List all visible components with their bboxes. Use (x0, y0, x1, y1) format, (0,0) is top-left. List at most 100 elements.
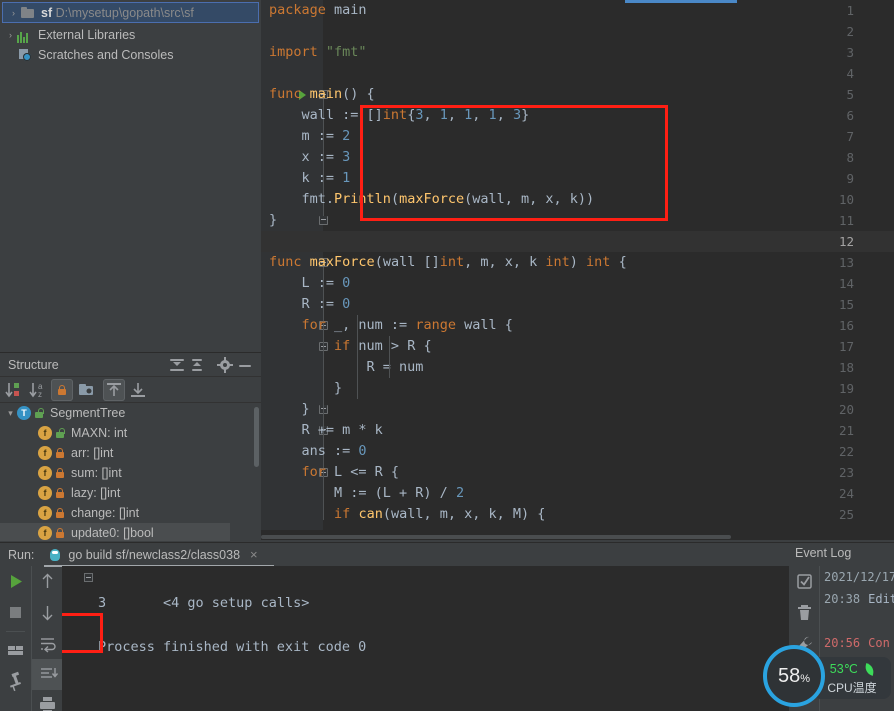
line-number: 9 (846, 171, 854, 186)
show-fields-icon[interactable] (75, 379, 97, 401)
structure-panel: Structure az ▾ T SegmentTree f MAXN: int… (0, 352, 261, 542)
structure-item-label: update0: []bool (71, 526, 154, 540)
structure-item-label: MAXN: int (71, 426, 128, 440)
field-icon: f (38, 506, 52, 520)
structure-item-change[interactable]: f change: []int (0, 503, 261, 523)
annotation-box-output (62, 613, 103, 653)
code-line: func main() { (269, 86, 375, 102)
current-line-highlight (261, 231, 894, 252)
project-tree-item-sf-label: sf (41, 5, 53, 20)
cpu-percent-unit: % (800, 672, 811, 685)
public-icon (33, 406, 45, 420)
fold-marker-end-icon[interactable] (319, 216, 328, 225)
sort-alphabetically-icon[interactable]: az (27, 379, 49, 401)
line-number: 10 (838, 192, 854, 207)
structure-item-label: SegmentTree (50, 406, 126, 420)
console-line: <4 go setup calls> (62, 570, 789, 611)
trash-icon[interactable] (789, 597, 820, 628)
structure-scrollbar[interactable] (254, 407, 259, 467)
chevron-down-icon[interactable]: ▾ (4, 403, 17, 423)
scroll-to-end-icon[interactable] (32, 659, 63, 690)
code-line: R := 0 (269, 296, 351, 312)
cpu-usage-ring[interactable]: 58% (763, 645, 825, 707)
arrow-up-icon[interactable] (32, 566, 63, 597)
cpu-temperature: 53℃ (829, 662, 858, 676)
run-console-output[interactable]: <4 go setup calls> 3 Process finished wi… (62, 566, 789, 711)
structure-item-segmenttree[interactable]: ▾ T SegmentTree (0, 403, 261, 423)
line-number: 17 (838, 339, 854, 354)
code-editor[interactable]: 1 2 3 4 5 6 7 8 9 10 11 12 13 14 15 16 1… (261, 0, 894, 540)
collapse-nodes-icon[interactable] (127, 379, 149, 401)
structure-item-label: change: []int (71, 506, 140, 520)
code-line: func maxForce(wall []int, m, x, k int) i… (269, 254, 627, 270)
code-line: } (269, 401, 310, 417)
code-line: R = num (269, 359, 424, 375)
structure-item-sum[interactable]: f sum: []int (0, 463, 261, 483)
structure-item-arr[interactable]: f arr: []int (0, 443, 261, 463)
code-line: M := (L + R) / 2 (269, 485, 465, 501)
layout-settings-icon[interactable] (0, 635, 31, 666)
pin-icon[interactable] (0, 666, 31, 697)
sort-by-visibility-icon[interactable] (3, 379, 25, 401)
code-line: L := 0 (269, 275, 351, 291)
minimize-icon[interactable] (235, 355, 255, 375)
line-number: 25 (838, 507, 854, 522)
editor-horizontal-scrollbar[interactable] (261, 534, 894, 540)
svg-text:z: z (38, 390, 42, 399)
line-number: 24 (838, 486, 854, 501)
structure-item-maxn[interactable]: f MAXN: int (0, 423, 261, 443)
line-number: 2 (846, 24, 854, 39)
line-number: 18 (838, 360, 854, 375)
structure-item-lazy[interactable]: f lazy: []int (0, 483, 261, 503)
private-icon (54, 446, 66, 460)
show-private-members-icon[interactable] (51, 378, 73, 401)
line-number: 13 (838, 255, 854, 270)
scratches-icon (17, 47, 33, 63)
public-icon (54, 426, 66, 440)
project-tree-item-sf-path: D:\mysetup\gopath\src\sf (55, 5, 194, 20)
event-log-time: 20:38 (824, 592, 861, 606)
project-tree-item-sf[interactable]: › sf D:\mysetup\gopath\src\sf (2, 2, 259, 23)
project-tree-item-external-libraries[interactable]: › External Libraries (0, 25, 261, 45)
library-icon (17, 27, 33, 43)
project-tree-item-scratches[interactable]: Scratches and Consoles (0, 45, 261, 65)
code-line: import "fmt" (269, 44, 367, 60)
active-tab-indicator (625, 0, 737, 3)
run-toolbar-secondary (31, 566, 63, 711)
expand-nodes-icon[interactable] (103, 378, 125, 401)
close-icon[interactable]: × (250, 547, 258, 562)
soft-wrap-icon[interactable] (32, 628, 63, 659)
arrow-down-icon[interactable] (32, 597, 63, 628)
console-line-exit: Process finished with exit code 0 (98, 639, 367, 655)
console-fold-icon[interactable] (84, 573, 93, 582)
run-toolbar-left (0, 566, 31, 711)
rerun-icon[interactable] (0, 566, 31, 597)
mark-read-icon[interactable] (789, 566, 820, 597)
run-label: Run: (8, 547, 35, 562)
project-tree-panel: › sf D:\mysetup\gopath\src\sf › External… (0, 0, 261, 352)
code-line: ans := 0 (269, 443, 367, 459)
code-line: fmt.Println(maxForce(wall, m, x, k)) (269, 191, 595, 207)
run-tab[interactable]: go build sf/newclass2/class038 × (48, 547, 258, 562)
line-number: 22 (838, 444, 854, 459)
structure-item-update0[interactable]: f update0: []bool (0, 523, 230, 541)
line-number: 11 (838, 213, 854, 228)
print-icon[interactable] (32, 690, 63, 711)
expand-all-icon[interactable] (167, 355, 187, 375)
line-number: 21 (838, 423, 854, 438)
chevron-right-icon[interactable]: › (4, 25, 17, 45)
structure-item-label: lazy: []int (71, 486, 121, 500)
event-log-entry: 2021/12/17 (820, 566, 894, 588)
chevron-right-icon[interactable]: › (7, 3, 20, 23)
field-icon: f (38, 446, 52, 460)
stop-icon[interactable] (0, 597, 31, 628)
cpu-monitor-widget[interactable]: 53℃ CPU温度 58% (757, 640, 894, 711)
code-line: if num > R { (334, 338, 432, 354)
collapse-all-icon[interactable] (187, 355, 207, 375)
line-number: 3 (846, 45, 854, 60)
structure-toolbar: az (0, 377, 261, 403)
line-number: 15 (838, 297, 854, 312)
project-tree-item-scratches-label: Scratches and Consoles (38, 48, 174, 62)
code-line: x := 3 (269, 149, 351, 165)
gear-icon[interactable] (215, 355, 235, 375)
